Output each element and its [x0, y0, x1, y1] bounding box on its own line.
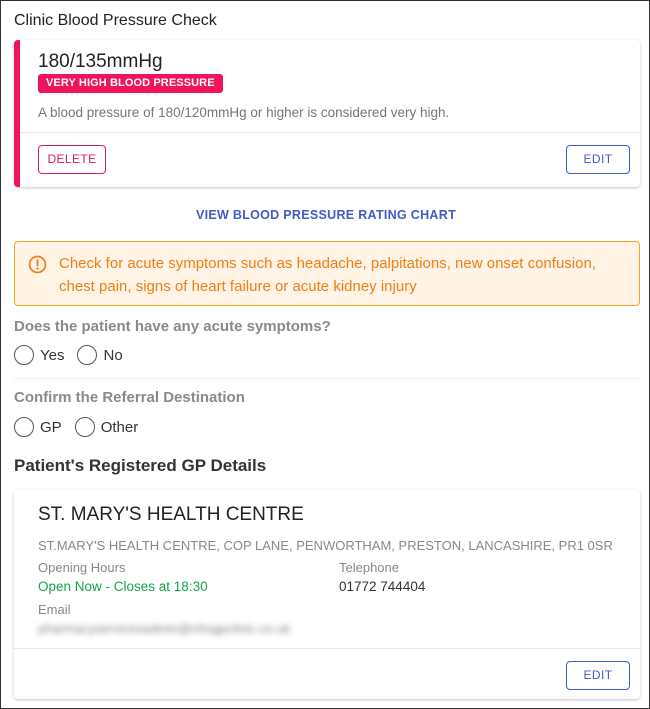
- gp-details-heading: Patient's Registered GP Details: [14, 456, 267, 475]
- radio-label: GP: [40, 418, 62, 436]
- telephone-label: Telephone: [339, 560, 399, 575]
- symptoms-question: Does the patient have any acute symptoms…: [14, 318, 331, 335]
- email-blurred-text: pharmacyservicesadmin@nhsgpclinic.co.uk: [38, 621, 291, 636]
- edit-gp-button[interactable]: EDIT: [566, 661, 630, 690]
- radio-label: No: [103, 346, 123, 364]
- divider: [14, 378, 640, 379]
- bp-reading: 180/135mmHg: [38, 51, 163, 72]
- radio-circle-icon[interactable]: [74, 417, 95, 437]
- acute-symptoms-alert: Check for acute symptoms such as headach…: [14, 241, 640, 306]
- opening-hours-value: Open Now - Closes at 18:30: [38, 579, 208, 594]
- email-value-redacted: pharmacyservicesadmin@nhsgpclinic.co.uk: [38, 621, 308, 637]
- page-title: Clinic Blood Pressure Check: [14, 12, 217, 29]
- referral-radio-other[interactable]: Other: [74, 417, 139, 437]
- warning-circle-icon: [28, 255, 47, 274]
- clinic-bp-check-panel: Clinic Blood Pressure Check 180/135mmHg …: [0, 0, 650, 709]
- telephone-value: 01772 744404: [339, 579, 426, 594]
- bp-result-card: 180/135mmHg VERY HIGH BLOOD PRESSURE A b…: [14, 40, 640, 187]
- referral-radio-gp[interactable]: GP: [14, 417, 62, 437]
- alert-text: Check for acute symptoms such as headach…: [59, 255, 596, 295]
- radio-circle-icon[interactable]: [14, 417, 34, 437]
- bp-status-badge: VERY HIGH BLOOD PRESSURE: [38, 74, 223, 93]
- opening-hours-label: Opening Hours: [38, 560, 126, 575]
- bp-description: A blood pressure of 180/120mmHg or highe…: [38, 105, 450, 120]
- radio-label: Yes: [40, 346, 65, 364]
- edit-bp-button[interactable]: EDIT: [566, 145, 630, 174]
- symptoms-radio-no[interactable]: No: [77, 345, 123, 365]
- radio-circle-icon[interactable]: [77, 345, 98, 365]
- email-label: Email: [38, 602, 71, 617]
- gp-address: ST.MARY'S HEALTH CENTRE, COP LANE, PENWO…: [38, 538, 613, 553]
- divider: [14, 648, 640, 649]
- view-bp-rating-chart-link[interactable]: VIEW BLOOD PRESSURE RATING CHART: [1, 208, 650, 222]
- delete-button[interactable]: DELETE: [38, 145, 106, 174]
- gp-practice-name: ST. MARY'S HEALTH CENTRE: [38, 504, 304, 525]
- divider: [20, 132, 640, 133]
- symptoms-radio-yes[interactable]: Yes: [14, 345, 64, 365]
- symptoms-radio-group: Yes No: [14, 345, 136, 365]
- referral-question: Confirm the Referral Destination: [14, 389, 245, 406]
- radio-circle-icon[interactable]: [14, 345, 34, 365]
- radio-label: Other: [100, 418, 139, 436]
- referral-radio-group: GP Other: [14, 417, 151, 437]
- gp-details-card: ST. MARY'S HEALTH CENTRE ST.MARY'S HEALT…: [14, 490, 640, 699]
